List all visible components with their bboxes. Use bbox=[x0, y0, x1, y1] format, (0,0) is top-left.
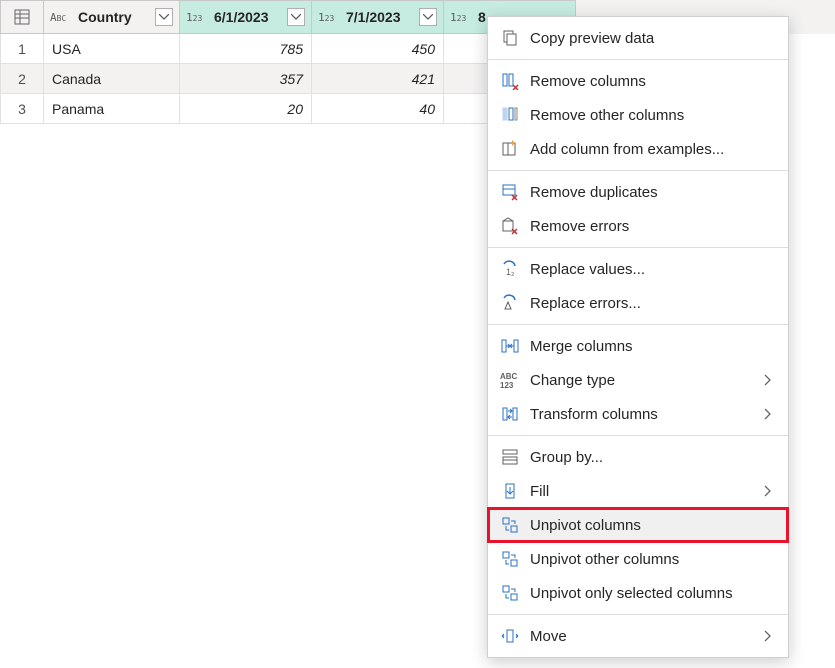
menu-replace-values[interactable]: 1₂ Replace values... bbox=[488, 252, 788, 286]
column-header-date2[interactable]: 123 7/1/2023 bbox=[312, 0, 444, 34]
filter-button[interactable] bbox=[419, 8, 437, 26]
group-by-icon bbox=[500, 447, 520, 467]
move-icon bbox=[500, 626, 520, 646]
menu-group-by[interactable]: Group by... bbox=[488, 440, 788, 474]
menu-change-type[interactable]: ABC123 Change type bbox=[488, 363, 788, 397]
menu-label: Remove other columns bbox=[530, 107, 776, 124]
number-type-icon: 123 bbox=[450, 11, 474, 24]
context-menu: Copy preview data Remove columns Remove … bbox=[487, 16, 789, 658]
chevron-right-icon bbox=[764, 374, 776, 386]
column-label: 6/1/2023 bbox=[214, 9, 283, 25]
chevron-down-icon bbox=[423, 14, 433, 20]
menu-add-column-from-examples[interactable]: Add column from examples... bbox=[488, 132, 788, 166]
select-all-corner[interactable] bbox=[0, 0, 44, 34]
menu-remove-errors[interactable]: Remove errors bbox=[488, 209, 788, 243]
menu-separator bbox=[488, 59, 788, 60]
number-type-icon: 123 bbox=[318, 11, 342, 24]
menu-label: Unpivot other columns bbox=[530, 551, 776, 568]
number-type-icon: 123 bbox=[186, 11, 210, 24]
menu-separator bbox=[488, 324, 788, 325]
cell-value[interactable]: 785 bbox=[180, 34, 312, 64]
menu-merge-columns[interactable]: Merge columns bbox=[488, 329, 788, 363]
filter-button[interactable] bbox=[155, 8, 173, 26]
cell-country[interactable]: USA bbox=[44, 34, 180, 64]
cell-country[interactable]: Panama bbox=[44, 94, 180, 124]
remove-other-columns-icon bbox=[500, 105, 520, 125]
menu-label: Unpivot only selected columns bbox=[530, 585, 776, 602]
svg-text:1₂: 1₂ bbox=[506, 267, 515, 277]
menu-unpivot-other-columns[interactable]: Unpivot other columns bbox=[488, 542, 788, 576]
menu-separator bbox=[488, 614, 788, 615]
menu-label: Change type bbox=[530, 372, 754, 389]
chevron-down-icon bbox=[159, 14, 169, 20]
cell-value[interactable]: 40 bbox=[312, 94, 444, 124]
menu-copy-preview-data[interactable]: Copy preview data bbox=[488, 21, 788, 55]
menu-replace-errors[interactable]: Replace errors... bbox=[488, 286, 788, 320]
table-icon bbox=[14, 9, 30, 25]
menu-label: Merge columns bbox=[530, 338, 776, 355]
replace-values-icon: 1₂ bbox=[500, 259, 520, 279]
menu-fill[interactable]: Fill bbox=[488, 474, 788, 508]
column-label: 7/1/2023 bbox=[346, 9, 415, 25]
column-header-date1[interactable]: 123 6/1/2023 bbox=[180, 0, 312, 34]
unpivot-icon bbox=[500, 515, 520, 535]
unpivot-other-icon bbox=[500, 549, 520, 569]
menu-label: Remove errors bbox=[530, 218, 776, 235]
menu-label: Replace values... bbox=[530, 261, 776, 278]
menu-remove-duplicates[interactable]: Remove duplicates bbox=[488, 175, 788, 209]
menu-label: Unpivot columns bbox=[530, 517, 776, 534]
menu-label: Remove duplicates bbox=[530, 184, 776, 201]
cell-value[interactable]: 421 bbox=[312, 64, 444, 94]
column-header-country[interactable]: ABC Country bbox=[44, 0, 180, 34]
add-column-examples-icon bbox=[500, 139, 520, 159]
copy-icon bbox=[500, 28, 520, 48]
menu-unpivot-columns[interactable]: Unpivot columns bbox=[488, 508, 788, 542]
menu-label: Group by... bbox=[530, 449, 776, 466]
chevron-right-icon bbox=[764, 408, 776, 420]
text-type-icon: ABC bbox=[50, 11, 74, 24]
menu-separator bbox=[488, 435, 788, 436]
column-label: Country bbox=[78, 9, 151, 25]
menu-label: Remove columns bbox=[530, 73, 776, 90]
row-number[interactable]: 1 bbox=[0, 34, 44, 64]
cell-value[interactable]: 20 bbox=[180, 94, 312, 124]
menu-unpivot-only-selected[interactable]: Unpivot only selected columns bbox=[488, 576, 788, 610]
chevron-right-icon bbox=[764, 485, 776, 497]
filter-button[interactable] bbox=[287, 8, 305, 26]
menu-label: Add column from examples... bbox=[530, 141, 776, 158]
menu-label: Move bbox=[530, 628, 754, 645]
chevron-right-icon bbox=[764, 630, 776, 642]
row-number[interactable]: 2 bbox=[0, 64, 44, 94]
menu-label: Fill bbox=[530, 483, 754, 500]
merge-columns-icon bbox=[500, 336, 520, 356]
remove-duplicates-icon bbox=[500, 182, 520, 202]
change-type-icon: ABC123 bbox=[500, 370, 520, 390]
replace-errors-icon bbox=[500, 293, 520, 313]
remove-columns-icon bbox=[500, 71, 520, 91]
menu-separator bbox=[488, 247, 788, 248]
transform-columns-icon bbox=[500, 404, 520, 424]
chevron-down-icon bbox=[291, 14, 301, 20]
cell-country[interactable]: Canada bbox=[44, 64, 180, 94]
svg-text:ABC: ABC bbox=[500, 372, 518, 381]
cell-value[interactable]: 450 bbox=[312, 34, 444, 64]
svg-text:123: 123 bbox=[500, 381, 514, 389]
fill-icon bbox=[500, 481, 520, 501]
row-number[interactable]: 3 bbox=[0, 94, 44, 124]
menu-remove-columns[interactable]: Remove columns bbox=[488, 64, 788, 98]
menu-label: Transform columns bbox=[530, 406, 754, 423]
remove-errors-icon bbox=[500, 216, 520, 236]
menu-remove-other-columns[interactable]: Remove other columns bbox=[488, 98, 788, 132]
menu-transform-columns[interactable]: Transform columns bbox=[488, 397, 788, 431]
menu-label: Copy preview data bbox=[530, 30, 776, 47]
menu-separator bbox=[488, 170, 788, 171]
menu-move[interactable]: Move bbox=[488, 619, 788, 653]
cell-value[interactable]: 357 bbox=[180, 64, 312, 94]
unpivot-selected-icon bbox=[500, 583, 520, 603]
menu-label: Replace errors... bbox=[530, 295, 776, 312]
